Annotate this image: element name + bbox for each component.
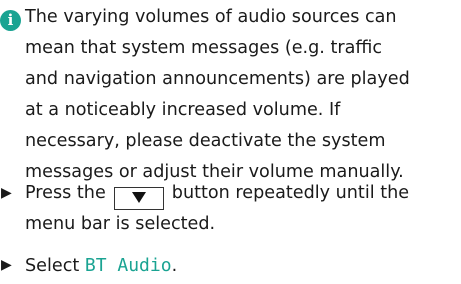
step-line: Press the button repeatedly until the <box>0 178 461 210</box>
step-text: Select <box>25 256 85 276</box>
down-arrow-button-symbol <box>113 187 164 210</box>
step-bullet-icon: ▶ <box>1 257 12 273</box>
step-line: Select BT Audio. <box>0 250 461 281</box>
step-spacer <box>0 240 461 250</box>
step-line: menu bar is selected. <box>0 209 461 240</box>
note-text-line: mean that system messages (e.g. traffic <box>25 38 383 58</box>
note-text-line: and navigation announcements) are played <box>25 69 410 89</box>
step-press-button: ▶ Press the button repeatedly until the m… <box>0 178 461 240</box>
step-text: menu bar is selected. <box>25 214 216 234</box>
note-line-3: and navigation announcements) are played <box>0 64 461 95</box>
note-text-line: at a noticeably increased volume. If <box>25 100 341 120</box>
instruction-steps: ▶ Press the button repeatedly until the m… <box>0 178 461 281</box>
display-text-bt-audio: BT Audio <box>84 255 172 276</box>
step-text: . <box>171 256 178 276</box>
note-line-4: at a noticeably increased volume. If <box>0 95 461 126</box>
note-line-1: i The varying volumes of audio sources ca… <box>0 2 461 33</box>
down-arrow-icon <box>131 191 146 203</box>
step-bullet-icon: ▶ <box>1 185 12 201</box>
step-select-bt-audio: ▶ Select BT Audio. <box>0 250 461 281</box>
step-text: button repeatedly until the <box>171 183 410 203</box>
step-text: Press the <box>25 183 106 203</box>
note-line-2: mean that system messages (e.g. traffic <box>0 33 461 64</box>
note-text-line: The varying volumes of audio sources can <box>25 7 397 27</box>
note-text-line: necessary, please deactivate the system <box>25 131 386 151</box>
info-note: i The varying volumes of audio sources ca… <box>0 2 461 188</box>
note-line-5: necessary, please deactivate the system <box>0 126 461 157</box>
info-icon: i <box>0 10 21 31</box>
